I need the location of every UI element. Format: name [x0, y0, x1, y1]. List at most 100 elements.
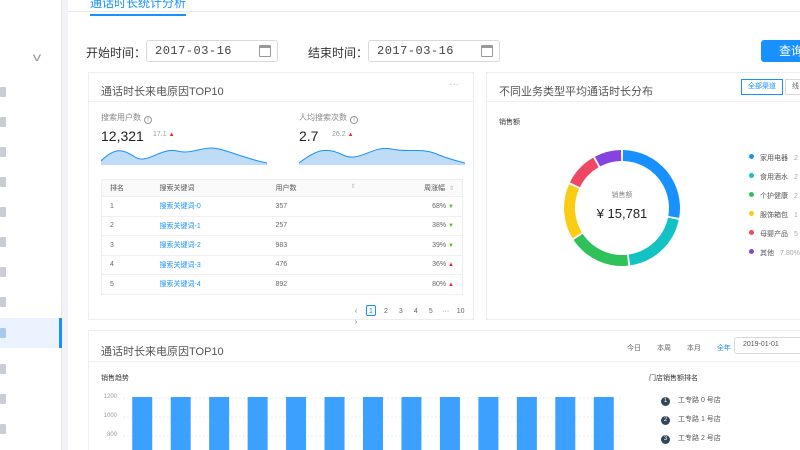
menu-icon [0, 394, 6, 404]
sales-bar[interactable] [401, 397, 422, 450]
sidebar-item[interactable] [0, 420, 62, 438]
donut-slice[interactable] [564, 184, 582, 239]
end-date-input[interactable]: 2017-03-16 [368, 40, 500, 62]
range-year[interactable]: 全年 [717, 345, 731, 352]
legend-item[interactable]: 个护健康 2 [749, 191, 798, 201]
page-last[interactable]: 10 [456, 306, 466, 317]
next-page-icon[interactable]: › [351, 317, 361, 328]
sidebar-item-active[interactable] [0, 318, 62, 348]
sales-bar[interactable] [439, 397, 460, 450]
donut-slice[interactable] [594, 150, 622, 167]
stat-value: 12,321 [101, 128, 144, 144]
arrow-up-icon: ▲ [347, 132, 354, 138]
donut-slice[interactable] [628, 217, 679, 266]
query-button[interactable]: 查询 [761, 40, 800, 62]
page-4[interactable]: 4 [411, 306, 421, 317]
prev-page-icon[interactable]: ‹ [351, 306, 361, 317]
sidebar-item[interactable] [0, 263, 62, 281]
range-month[interactable]: 本月 [687, 345, 701, 352]
info-icon[interactable]: i [144, 116, 152, 124]
sidebar-item[interactable] [0, 83, 62, 101]
sales-bar[interactable] [209, 397, 230, 450]
info-icon[interactable]: i [350, 116, 358, 124]
legend-dot [749, 230, 754, 235]
sales-bar[interactable] [170, 397, 191, 450]
sidebar-item[interactable] [0, 233, 62, 251]
cell-keyword-link[interactable]: 搜索关键词-3 [151, 255, 268, 275]
donut-slice[interactable] [569, 157, 599, 188]
sales-bar[interactable] [132, 397, 153, 450]
calendar-icon[interactable] [259, 45, 271, 57]
sales-bar[interactable] [286, 397, 307, 450]
page-2[interactable]: 2 [381, 306, 391, 317]
rank-store-name: 工专路 0 号店 [678, 397, 721, 404]
segment-all-channels[interactable]: 全部渠道 [741, 79, 783, 95]
cell-keyword-link[interactable]: 搜索关键词-0 [151, 196, 268, 217]
sales-bar[interactable] [247, 397, 268, 450]
page-1[interactable]: 1 [365, 305, 376, 316]
legend-item[interactable]: 其他 7.80% [749, 248, 800, 258]
cell-change: 68% ▼ [363, 196, 463, 217]
legend-dot [749, 173, 754, 178]
legend-item[interactable]: 食用酒水 2 [749, 172, 798, 182]
menu-icon [0, 364, 6, 374]
rank-item: 2 工专路 1 号店 [661, 414, 721, 425]
col-change[interactable]: 周涨幅 ⇕ [363, 179, 463, 197]
sidebar-item[interactable] [0, 143, 62, 161]
sales-bar[interactable] [324, 397, 345, 450]
arrow-down-icon: ▼ [448, 242, 454, 249]
sidebar-item[interactable] [0, 113, 62, 131]
start-date-value: 2017-03-16 [155, 44, 233, 58]
cell-keyword-link[interactable]: 搜索关键词-2 [151, 235, 268, 256]
arrow-down-icon: ▼ [448, 203, 454, 210]
sales-bar[interactable] [478, 397, 499, 450]
y-tick: 1000 [103, 413, 117, 419]
tab-call-duration[interactable]: 通话时长统计分析 [90, 0, 187, 16]
date-range-input[interactable]: 2019-01-01~ [734, 337, 800, 354]
sidebar-item[interactable] [0, 293, 62, 311]
chevron-down-icon[interactable]: v [33, 50, 41, 64]
page-ellipsis[interactable]: ··· [441, 306, 451, 317]
legend-item[interactable]: 服饰箱包 1 [749, 210, 798, 220]
sidebar-item[interactable] [0, 360, 62, 378]
menu-icon [0, 424, 6, 434]
sales-bar[interactable] [363, 397, 383, 450]
range-switcher: 今日 本周 本月 全年 [627, 343, 745, 353]
donut-slice[interactable] [573, 233, 629, 266]
col-users[interactable]: 用户数 ⇕ [267, 179, 364, 197]
sidebar-item[interactable] [0, 173, 62, 191]
sidebar-item[interactable] [0, 390, 62, 408]
legend-dot [749, 249, 754, 254]
stat-label: 搜索用户数 i [101, 112, 152, 124]
rank-item: 3 工专路 2 号店 [661, 433, 721, 444]
cell-users: 257 [267, 216, 364, 236]
table-row[interactable]: 4 搜索关键词-3 476 36% ▲ [101, 255, 463, 275]
page-3[interactable]: 3 [396, 306, 406, 317]
segment-online[interactable]: 线 [785, 79, 800, 95]
sidebar-item[interactable] [0, 203, 62, 221]
cell-keyword-link[interactable]: 搜索关键词-4 [151, 274, 268, 295]
legend-item[interactable]: 母婴产品 5 [749, 229, 798, 239]
sort-icon[interactable]: ⇕ [449, 186, 454, 192]
table-row[interactable]: 5 搜索关键词-4 892 80% ▲ [101, 274, 463, 295]
cell-keyword-link[interactable]: 搜索关键词-1 [151, 216, 268, 236]
legend-percent: 7.80% [780, 250, 800, 257]
legend-item[interactable]: 家用电器 2 [749, 153, 798, 163]
cell-rank: 4 [101, 255, 152, 275]
stat-change: 26.2 ▲ [332, 131, 354, 138]
sort-icon[interactable]: ⇕ [350, 183, 355, 190]
more-icon[interactable]: ··· [449, 79, 459, 90]
table-row[interactable]: 2 搜索关键词-1 257 38% ▼ [101, 216, 463, 236]
rank-number: 2 [661, 416, 670, 425]
sales-bar[interactable] [516, 397, 537, 450]
calendar-icon[interactable] [481, 45, 493, 57]
range-week[interactable]: 本周 [657, 345, 671, 352]
sales-bar[interactable] [555, 397, 576, 450]
page-5[interactable]: 5 [426, 306, 436, 317]
start-date-input[interactable]: 2017-03-16 [146, 40, 278, 62]
col-keyword: 搜索关键词 [151, 179, 268, 197]
table-row[interactable]: 1 搜索关键词-0 357 68% ▼ [101, 196, 463, 217]
table-row[interactable]: 3 搜索关键词-2 983 39% ▼ [101, 235, 463, 256]
range-today[interactable]: 今日 [627, 345, 641, 352]
sales-bar[interactable] [593, 397, 614, 450]
